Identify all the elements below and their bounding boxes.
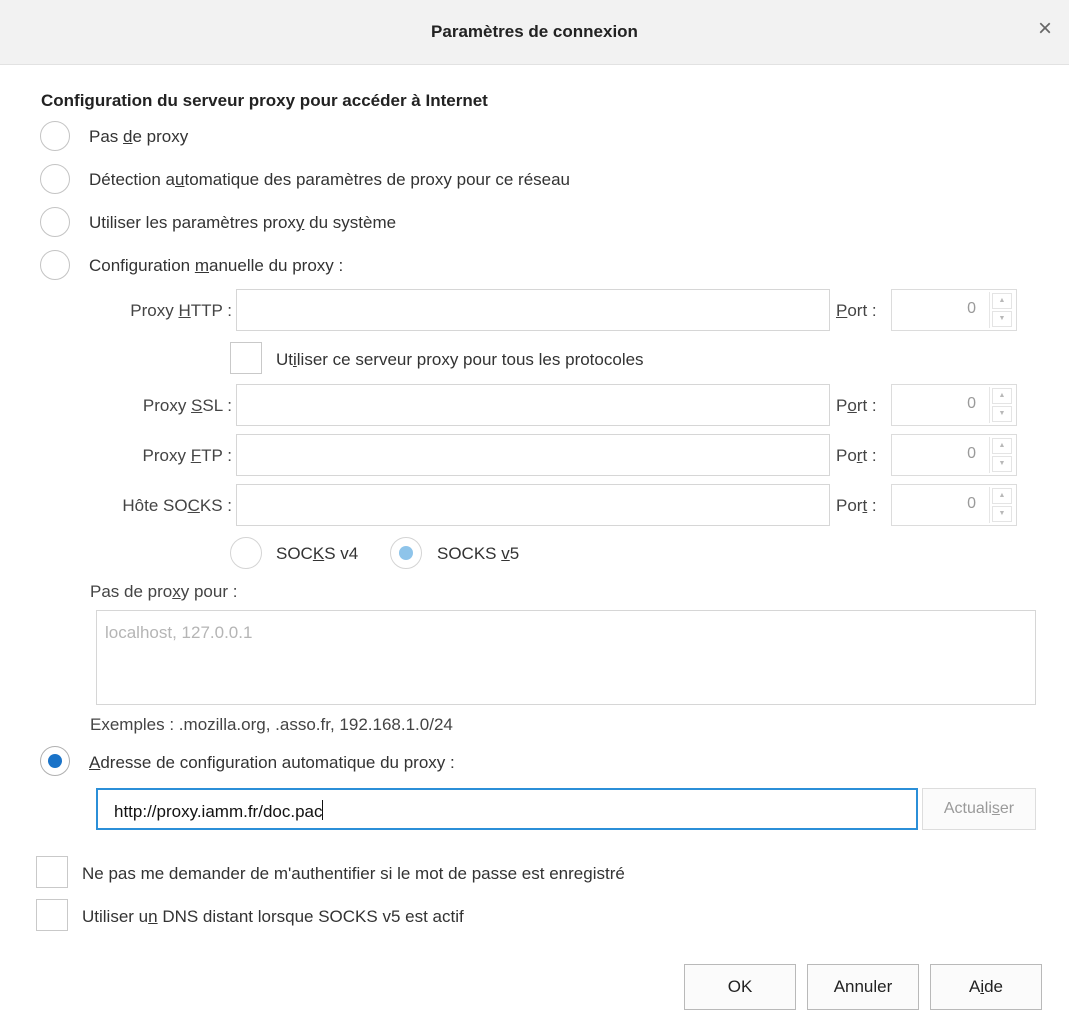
no-auth-prompt-checkbox[interactable] — [36, 856, 68, 888]
socks-port-spinner[interactable]: ▲ ▼ — [989, 487, 1014, 523]
socks-host-input[interactable] — [236, 484, 830, 526]
label-http-port: Port : — [836, 301, 877, 320]
proxy-config-heading: Configuration du serveur proxy pour accé… — [41, 91, 488, 110]
http-port-stepper[interactable]: 0 ▲ ▼ — [891, 289, 1017, 331]
refresh-button[interactable]: Actualiser — [922, 788, 1036, 830]
label-remote-dns[interactable]: Utiliser un DNS distant lorsque SOCKS v5… — [82, 907, 464, 927]
auto-config-url-value: http://proxy.iamm.fr/doc.pac — [114, 802, 323, 821]
http-proxy-input[interactable] — [236, 289, 830, 331]
ssl-port-value: 0 — [967, 395, 976, 412]
label-no-auth-prompt[interactable]: Ne pas me demander de m'authentifier si … — [82, 864, 625, 884]
title-bar: Paramètres de connexion × — [0, 0, 1069, 65]
use-for-all-checkbox[interactable] — [230, 342, 262, 374]
label-ssl-proxy: Proxy SSL : — [142, 396, 232, 415]
spin-down-icon[interactable]: ▼ — [992, 406, 1012, 422]
socks-port-stepper[interactable]: 0 ▲ ▼ — [891, 484, 1017, 526]
radio-manual-proxy[interactable] — [40, 250, 70, 280]
label-no-proxy-for: Pas de proxy pour : — [90, 582, 238, 601]
ssl-port-spinner[interactable]: ▲ ▼ — [989, 387, 1014, 423]
label-use-for-all[interactable]: Utiliser ce serveur proxy pour tous les … — [276, 350, 644, 370]
label-auto-config-url[interactable]: Adresse de configuration automatique du … — [89, 753, 455, 773]
remote-dns-checkbox[interactable] — [36, 899, 68, 931]
label-no-proxy[interactable]: Pas de proxy — [89, 127, 188, 147]
ftp-port-stepper[interactable]: 0 ▲ ▼ — [891, 434, 1017, 476]
no-proxy-placeholder: localhost, 127.0.0.1 — [105, 623, 253, 642]
spin-up-icon[interactable]: ▲ — [992, 488, 1012, 504]
spin-down-icon[interactable]: ▼ — [992, 506, 1012, 522]
spin-up-icon[interactable]: ▲ — [992, 293, 1012, 309]
radio-socks-v5[interactable] — [390, 537, 422, 569]
radio-no-proxy[interactable] — [40, 121, 70, 151]
http-port-value: 0 — [967, 300, 976, 317]
label-socks-v5[interactable]: SOCKS v5 — [437, 544, 519, 564]
ok-button[interactable]: OK — [684, 964, 796, 1010]
ssl-proxy-input[interactable] — [236, 384, 830, 426]
socks-port-value: 0 — [967, 495, 976, 512]
help-button[interactable]: Aide — [930, 964, 1042, 1010]
dialog-title: Paramètres de connexion — [431, 22, 638, 41]
radio-auto-config-url[interactable] — [40, 746, 70, 776]
http-port-spinner[interactable]: ▲ ▼ — [989, 292, 1014, 328]
text-caret — [322, 800, 324, 820]
label-socks-port: Port : — [836, 496, 877, 515]
label-socks-host: Hôte SOCKS : — [122, 496, 232, 515]
label-ssl-port: Port : — [836, 396, 877, 415]
radio-system-proxy[interactable] — [40, 207, 70, 237]
ssl-port-stepper[interactable]: 0 ▲ ▼ — [891, 384, 1017, 426]
spin-down-icon[interactable]: ▼ — [992, 456, 1012, 472]
no-proxy-examples: Exemples : .mozilla.org, .asso.fr, 192.1… — [90, 715, 453, 734]
radio-selected-dot — [399, 546, 413, 560]
radio-socks-v4[interactable] — [230, 537, 262, 569]
label-auto-detect[interactable]: Détection automatique des paramètres de … — [89, 170, 570, 190]
label-manual-proxy[interactable]: Configuration manuelle du proxy : — [89, 256, 343, 276]
ftp-port-spinner[interactable]: ▲ ▼ — [989, 437, 1014, 473]
ftp-proxy-input[interactable] — [236, 434, 830, 476]
spin-down-icon[interactable]: ▼ — [992, 311, 1012, 327]
no-proxy-textarea[interactable]: localhost, 127.0.0.1 — [96, 610, 1036, 705]
ftp-port-value: 0 — [967, 445, 976, 462]
spin-up-icon[interactable]: ▲ — [992, 388, 1012, 404]
cancel-button[interactable]: Annuler — [807, 964, 919, 1010]
label-system-proxy[interactable]: Utiliser les paramètres proxy du système — [89, 213, 396, 233]
auto-config-url-input[interactable]: http://proxy.iamm.fr/doc.pac — [96, 788, 918, 830]
close-icon[interactable]: × — [1033, 17, 1057, 42]
label-ftp-port: Port : — [836, 446, 877, 465]
label-ftp-proxy: Proxy FTP : — [142, 446, 232, 465]
label-http-proxy: Proxy HTTP : — [130, 301, 232, 320]
radio-auto-detect[interactable] — [40, 164, 70, 194]
label-socks-v4[interactable]: SOCKS v4 — [276, 544, 358, 564]
spin-up-icon[interactable]: ▲ — [992, 438, 1012, 454]
radio-selected-dot — [48, 754, 62, 768]
